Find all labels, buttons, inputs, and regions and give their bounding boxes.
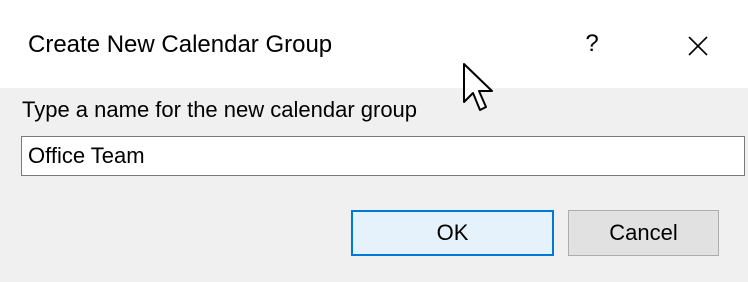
- close-button[interactable]: [676, 24, 720, 68]
- dialog-title: Create New Calendar Group: [28, 31, 333, 58]
- ok-button[interactable]: OK: [351, 210, 554, 256]
- close-icon: [688, 36, 708, 56]
- calendar-group-name-input[interactable]: [21, 136, 745, 176]
- name-prompt-label: Type a name for the new calendar group: [22, 97, 418, 122]
- create-calendar-group-dialog: Create New Calendar Group ? Type a name …: [0, 0, 748, 282]
- dialog-titlebar: Create New Calendar Group ?: [0, 0, 748, 88]
- cancel-button[interactable]: Cancel: [568, 210, 719, 256]
- help-button[interactable]: ?: [570, 22, 614, 66]
